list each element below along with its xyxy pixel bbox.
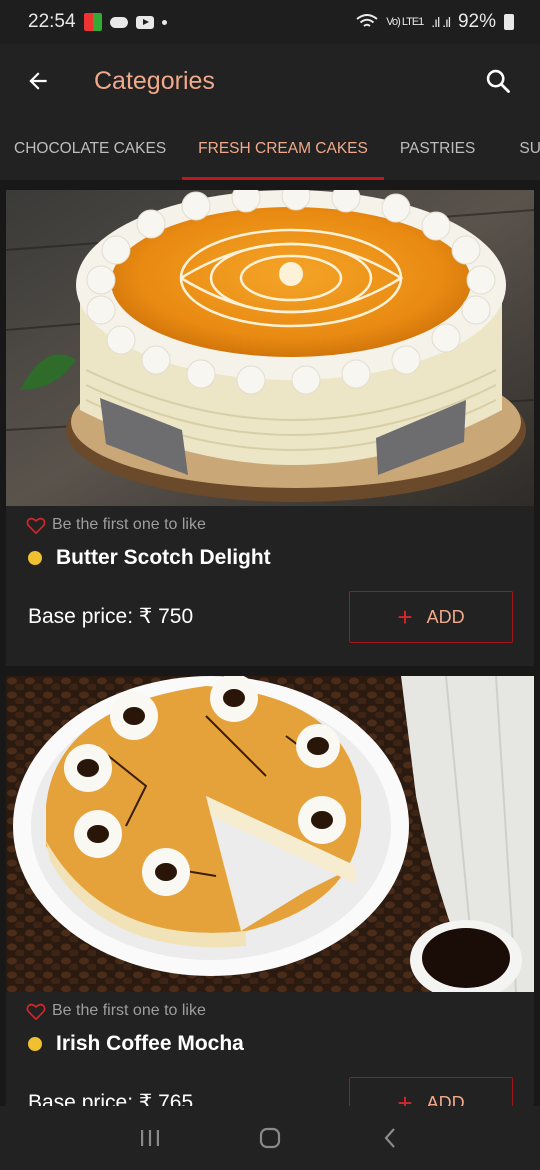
recents-button[interactable] <box>130 1118 170 1158</box>
system-nav-bar <box>0 1106 540 1170</box>
battery-percent: 92% <box>457 11 496 32</box>
like-row[interactable]: Be the first one to like <box>26 1002 206 1020</box>
like-text: Be the first one to like <box>52 1002 206 1019</box>
page-title: Categories <box>94 66 215 95</box>
product-card[interactable]: Be the first one to like Butter Scotch D… <box>6 190 534 666</box>
category-tabs: CHOCOLATE CAKES FRESH CREAM CAKES PASTRI… <box>0 118 540 180</box>
tab-pastries[interactable]: PASTRIES <box>400 118 476 180</box>
product-image-irish-coffee-mocha[interactable] <box>6 676 534 992</box>
add-button[interactable]: + ADD <box>349 591 513 643</box>
tab-chocolate-cakes[interactable]: CHOCOLATE CAKES <box>14 118 166 180</box>
search-button[interactable] <box>470 53 526 109</box>
tab-subs[interactable]: SUBS <box>519 118 540 180</box>
ludo-app-icon <box>83 13 102 31</box>
product-image-butter-scotch[interactable] <box>6 190 534 506</box>
battery-icon <box>504 14 514 30</box>
back-button[interactable] <box>8 51 68 111</box>
plus-icon: + <box>397 1088 413 1106</box>
arrow-left-icon <box>29 72 47 90</box>
search-icon <box>486 69 510 93</box>
product-name: Irish Coffee Mocha <box>56 1032 244 1055</box>
veg-indicator-icon <box>28 551 42 565</box>
product-name: Butter Scotch Delight <box>56 546 271 569</box>
home-icon <box>259 1127 281 1149</box>
app-bar: Categories <box>0 44 540 118</box>
like-text: Be the first one to like <box>52 516 206 533</box>
recents-icon <box>141 1130 159 1146</box>
wifi-icon <box>356 14 378 27</box>
tab-fresh-cream-cakes[interactable]: FRESH CREAM CAKES <box>182 118 384 180</box>
status-time: 22:54 <box>28 11 76 32</box>
like-row[interactable]: Be the first one to like <box>26 516 206 534</box>
product-list: Be the first one to like Butter Scotch D… <box>0 180 540 1106</box>
network-label: Vo) LTE1 <box>386 15 424 28</box>
status-bar: 22:54 Vo) LTE1 .ıl .ıl 92% <box>0 0 540 44</box>
heart-outline-icon[interactable] <box>26 1002 46 1020</box>
notification-dot-icon <box>161 19 167 25</box>
youtube-icon <box>135 15 154 29</box>
plus-icon: + <box>397 602 413 632</box>
veg-indicator-icon <box>28 1037 42 1051</box>
home-button[interactable] <box>250 1118 290 1158</box>
chevron-left-icon <box>384 1128 395 1148</box>
cloud-icon <box>109 16 128 28</box>
product-name-row: Irish Coffee Mocha <box>28 1032 244 1056</box>
product-price: Base price: ₹ 765 <box>28 1091 194 1106</box>
add-button[interactable]: + ADD <box>349 1077 513 1106</box>
add-button-label: ADD <box>426 606 465 627</box>
product-name-row: Butter Scotch Delight <box>28 546 271 570</box>
signal-icon: .ıl .ıl <box>431 14 451 30</box>
product-card[interactable]: Be the first one to like Irish Coffee Mo… <box>6 676 534 1106</box>
add-button-label: ADD <box>426 1092 465 1107</box>
product-price: Base price: ₹ 750 <box>28 605 194 628</box>
system-back-button[interactable] <box>370 1118 410 1158</box>
heart-outline-icon[interactable] <box>26 516 46 534</box>
